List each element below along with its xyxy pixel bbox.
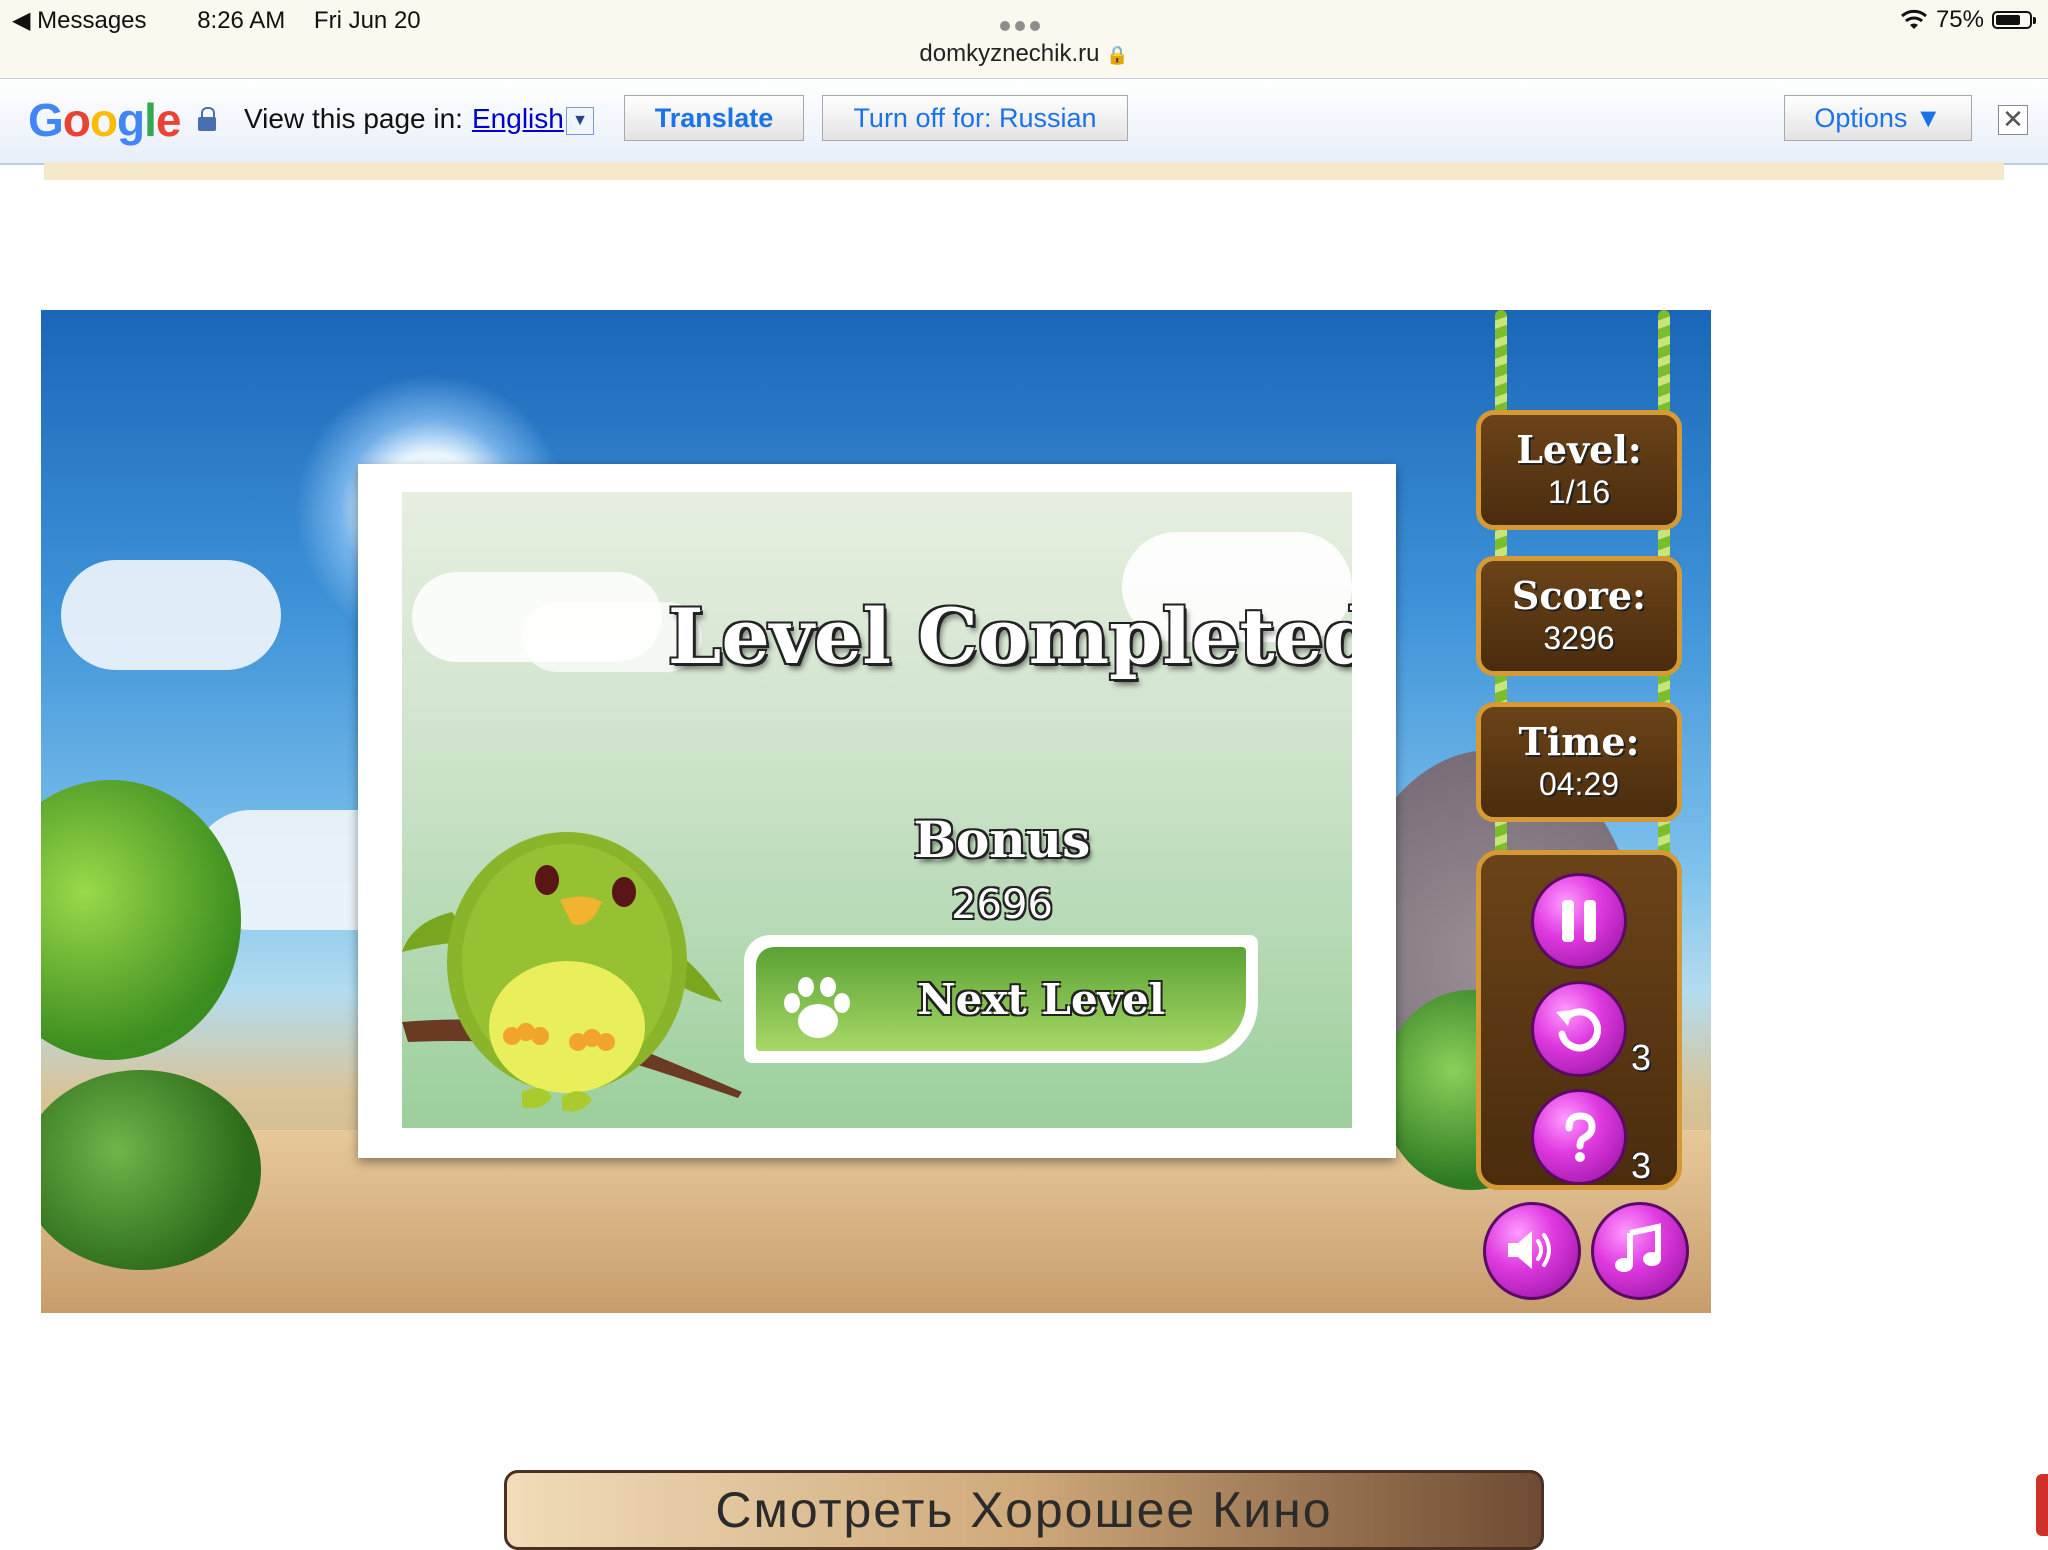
dialog-title: Level Completed bbox=[667, 592, 1352, 681]
control-panel: 3 3 bbox=[1476, 850, 1682, 1190]
side-tab[interactable] bbox=[2036, 1474, 2048, 1536]
restart-count: 3 bbox=[1631, 1037, 1652, 1078]
score-value: 3296 bbox=[1543, 620, 1615, 656]
level-sign: Level: 1/16 bbox=[1476, 410, 1682, 530]
game-canvas[interactable]: Level Completed Bonus 2696 Next Level Le… bbox=[41, 310, 1711, 1313]
bird-character bbox=[402, 832, 742, 1112]
question-icon bbox=[1565, 1112, 1596, 1162]
dialog-inner: Level Completed Bonus 2696 Next Level bbox=[402, 492, 1352, 1128]
time-label: Time: bbox=[1518, 719, 1640, 764]
score-label: Score: bbox=[1511, 573, 1647, 618]
lock-icon bbox=[198, 107, 216, 131]
music-note-icon bbox=[1615, 1223, 1661, 1272]
bonus-label: Bonus bbox=[913, 810, 1091, 869]
level-completed-dialog: Level Completed Bonus 2696 Next Level bbox=[358, 464, 1396, 1158]
google-logo: Google bbox=[28, 94, 181, 146]
hint-button[interactable] bbox=[1531, 1089, 1627, 1185]
status-bar: ◀ Messages 8:26 AM Fri Jun 20 domkyznech… bbox=[0, 0, 2048, 78]
speaker-icon bbox=[1508, 1231, 1551, 1269]
score-sign: Score: 3296 bbox=[1476, 556, 1682, 676]
next-level-fill: Next Level bbox=[756, 947, 1246, 1051]
paw-icon bbox=[784, 977, 850, 1038]
status-left: ◀ Messages 8:26 AM Fri Jun 20 bbox=[12, 6, 443, 35]
background-cloud bbox=[61, 560, 281, 670]
next-level-button[interactable]: Next Level bbox=[744, 935, 1258, 1063]
multitask-dots-icon[interactable] bbox=[1000, 18, 1048, 31]
music-button[interactable] bbox=[1591, 1202, 1689, 1300]
close-icon[interactable]: ✕ bbox=[1998, 105, 2028, 135]
language-link[interactable]: English bbox=[472, 103, 564, 135]
level-label: Level: bbox=[1516, 427, 1642, 472]
back-app-label: Messages bbox=[37, 7, 147, 34]
lock-icon: 🔒 bbox=[1106, 45, 1129, 65]
language-dropdown-icon[interactable]: ▼ bbox=[566, 107, 594, 135]
time-sign: Time: 04:29 bbox=[1476, 702, 1682, 822]
pause-icon bbox=[1562, 900, 1596, 942]
page-header-strip bbox=[44, 162, 2004, 180]
battery-percent: 75% bbox=[1935, 6, 1984, 33]
hint-count: 3 bbox=[1631, 1145, 1652, 1186]
movie-banner[interactable]: Смотреть Хорошее Кино bbox=[504, 1470, 1544, 1550]
options-button[interactable]: Options ▼ bbox=[1784, 95, 1972, 141]
time-value: 04:29 bbox=[1538, 766, 1620, 802]
address-bar[interactable]: domkyznechik.ru 🔒 bbox=[0, 40, 2048, 68]
bonus-value: 2696 bbox=[951, 882, 1053, 928]
level-value: 1/16 bbox=[1547, 474, 1611, 510]
back-to-app-link[interactable]: ◀ Messages bbox=[12, 7, 169, 34]
wifi-icon bbox=[1900, 9, 1927, 29]
battery-icon bbox=[1992, 11, 2036, 29]
status-right: 75% bbox=[1900, 6, 2036, 34]
restart-icon bbox=[1556, 1008, 1601, 1052]
translate-prompt: View this page in: bbox=[244, 103, 463, 134]
sound-button[interactable] bbox=[1483, 1202, 1581, 1300]
translate-button[interactable]: Translate bbox=[624, 95, 804, 141]
url-text: domkyznechik.ru bbox=[919, 40, 1100, 67]
next-level-label: Next Level bbox=[917, 975, 1165, 1024]
tree-foliage bbox=[41, 780, 241, 1060]
status-time: 8:26 AM bbox=[197, 7, 286, 34]
status-date: Fri Jun 20 bbox=[313, 7, 421, 34]
pause-button[interactable] bbox=[1531, 873, 1627, 969]
turn-off-button[interactable]: Turn off for: Russian bbox=[822, 95, 1128, 141]
restart-button[interactable] bbox=[1531, 981, 1627, 1077]
translate-bar: Google View this page in: English ▼ Tran… bbox=[0, 78, 2048, 165]
